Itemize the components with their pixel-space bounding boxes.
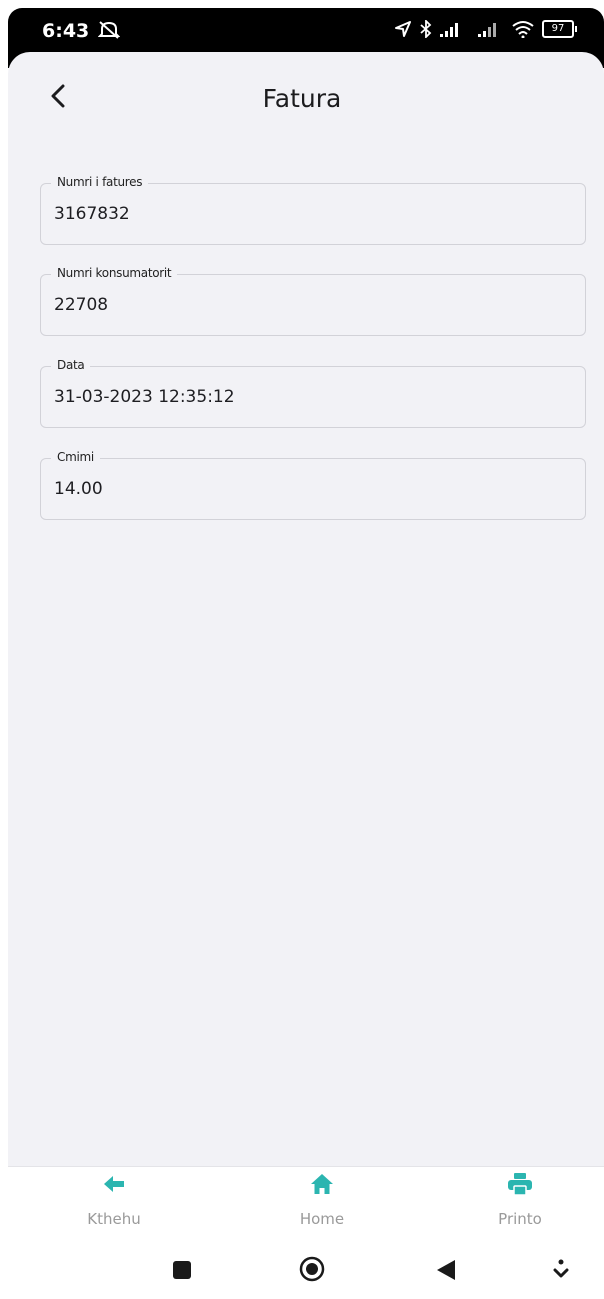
recents-square-icon[interactable] <box>172 1260 192 1285</box>
field-label: Numri i fatures <box>51 175 149 189</box>
back-triangle-icon[interactable] <box>436 1259 456 1286</box>
customer-number-field[interactable]: Numri konsumatorit 22708 <box>40 266 586 336</box>
notification-mute-icon <box>97 20 121 45</box>
nav-home-button[interactable]: Home <box>262 1172 382 1242</box>
field-label: Numri konsumatorit <box>51 266 178 280</box>
bottom-nav-divider <box>8 1166 604 1167</box>
system-navigation-bar <box>0 1250 604 1299</box>
battery-icon: 97 <box>542 20 577 38</box>
field-value: 31-03-2023 12:35:12 <box>54 387 235 407</box>
field-value: 3167832 <box>54 204 130 224</box>
signal-2-icon <box>478 21 504 37</box>
nav-label: Kthehu <box>87 1210 141 1228</box>
field-value: 14.00 <box>54 479 103 499</box>
location-icon <box>394 20 412 38</box>
field-label: Data <box>51 358 91 372</box>
gesture-arrow-icon[interactable] <box>553 1258 569 1287</box>
printer-icon <box>507 1172 533 1201</box>
status-time: 6:43 <box>42 20 90 42</box>
nav-print-button[interactable]: Printo <box>460 1172 580 1242</box>
nav-label: Home <box>299 1210 345 1228</box>
page-title: Fatura <box>262 84 342 113</box>
price-field[interactable]: Cmimi 14.00 <box>40 450 586 520</box>
invoice-number-field[interactable]: Numri i fatures 3167832 <box>40 175 586 245</box>
home-icon <box>310 1172 334 1201</box>
home-circle-icon[interactable] <box>299 1256 325 1287</box>
bluetooth-icon <box>420 20 432 38</box>
nav-back-button[interactable]: Kthehu <box>54 1172 174 1242</box>
nav-label: Printo <box>498 1210 542 1228</box>
arrow-left-icon <box>102 1172 126 1201</box>
date-field[interactable]: Data 31-03-2023 12:35:12 <box>40 358 586 428</box>
wifi-icon <box>512 20 534 38</box>
status-icons: 97 <box>394 20 577 38</box>
field-label: Cmimi <box>51 450 100 464</box>
field-value: 22708 <box>54 295 109 315</box>
signal-icon <box>440 21 470 37</box>
